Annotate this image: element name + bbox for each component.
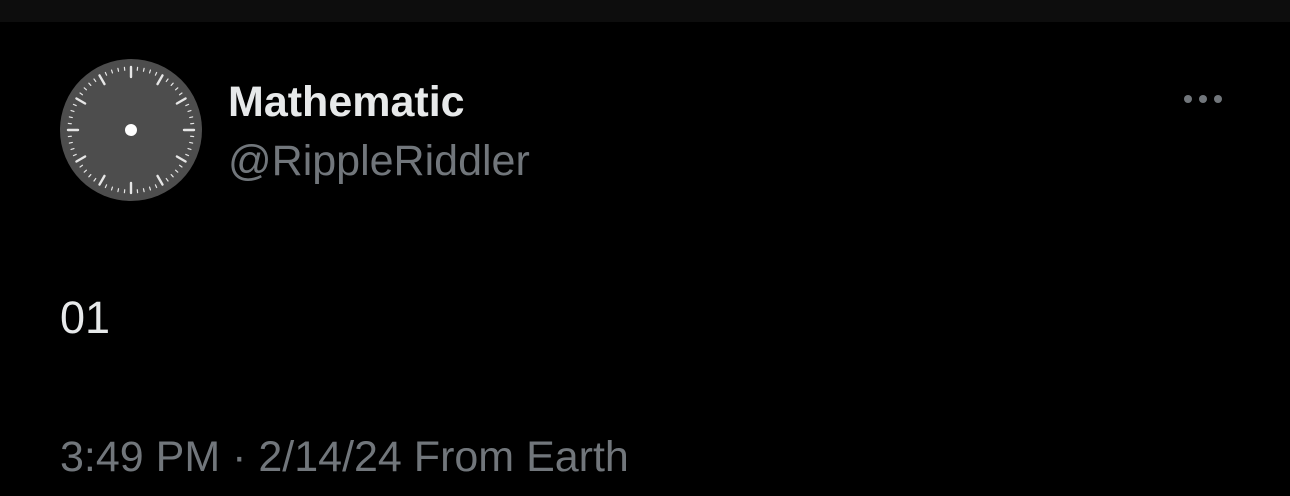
- top-strip: [0, 0, 1290, 22]
- tweet-card: Mathematic @RippleRiddler 01 3:49 PM · 2…: [0, 22, 1290, 496]
- clock-minute-tick: [117, 67, 120, 72]
- clock-minute-tick: [189, 116, 194, 119]
- more-dot-icon: [1199, 95, 1207, 103]
- tweet-meta: 3:49 PM · 2/14/24 From Earth: [60, 432, 629, 482]
- avatar[interactable]: [59, 58, 203, 202]
- more-options-button[interactable]: [1176, 84, 1230, 114]
- tweet-date[interactable]: 2/14/24: [258, 433, 401, 481]
- more-dot-icon: [1214, 95, 1222, 103]
- tweet-text: 01: [60, 292, 111, 343]
- clock-minute-tick: [142, 67, 145, 72]
- meta-separator: ·: [232, 433, 247, 481]
- tweet-source: From Earth: [413, 433, 629, 481]
- clock-minute-tick: [68, 141, 73, 144]
- more-dot-icon: [1184, 95, 1192, 103]
- clock-minute-tick: [142, 188, 145, 193]
- clock-center-dot: [125, 124, 137, 136]
- tweet-time[interactable]: 3:49 PM: [60, 433, 220, 481]
- clock-minute-tick: [68, 116, 73, 119]
- user-handle[interactable]: @RippleRiddler: [228, 136, 530, 186]
- display-name[interactable]: Mathematic: [228, 77, 465, 127]
- clock-face-icon: [60, 59, 202, 201]
- clock-minute-tick: [189, 141, 194, 144]
- clock-minute-tick: [117, 188, 120, 193]
